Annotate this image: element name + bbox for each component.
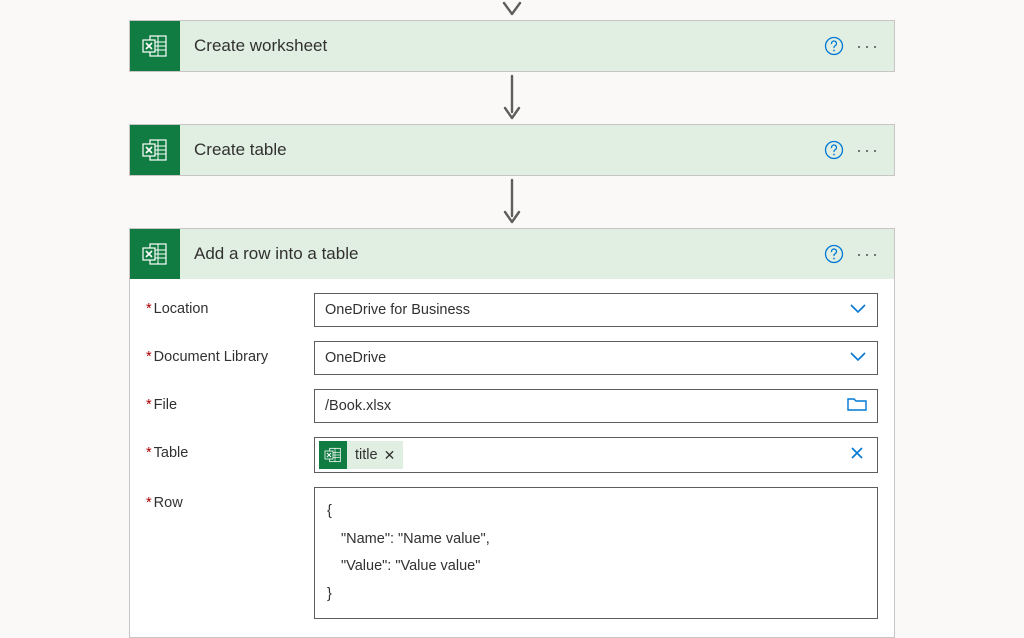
more-menu-icon[interactable]: ··· — [850, 134, 886, 166]
document-library-dropdown[interactable]: OneDrive — [314, 341, 878, 375]
step-title: Add a row into a table — [180, 244, 818, 264]
more-menu-icon[interactable]: ··· — [850, 30, 886, 62]
remove-token-icon[interactable]: ✕ — [384, 447, 396, 464]
step-create-worksheet[interactable]: Create worksheet ··· — [129, 20, 895, 72]
row-line: "Value": "Value value" — [327, 553, 865, 581]
excel-icon — [130, 229, 180, 279]
file-value: /Book.xlsx — [325, 398, 391, 414]
step-title: Create table — [180, 140, 818, 160]
label-table: *Table — [146, 437, 314, 461]
row-line: "Name": "Name value", — [327, 526, 865, 554]
help-icon[interactable] — [818, 30, 850, 62]
excel-icon — [130, 21, 180, 71]
table-input[interactable]: title ✕ — [314, 437, 878, 473]
token-label: title — [355, 447, 378, 463]
label-file: *File — [146, 389, 314, 413]
step-create-table[interactable]: Create table ··· — [129, 124, 895, 176]
label-row: *Row — [146, 487, 314, 511]
row-body-input[interactable]: { "Name": "Name value", "Value": "Value … — [314, 487, 878, 619]
label-document-library: *Document Library — [146, 341, 314, 365]
document-library-value: OneDrive — [325, 350, 386, 366]
folder-icon[interactable] — [847, 396, 867, 416]
label-location: *Location — [146, 293, 314, 317]
table-token[interactable]: title ✕ — [319, 441, 403, 469]
chevron-down-icon — [849, 350, 867, 366]
clear-icon[interactable] — [845, 445, 869, 466]
step-add-row: Add a row into a table ··· *Location One… — [129, 228, 895, 638]
file-input[interactable]: /Book.xlsx — [314, 389, 878, 423]
flow-arrow-head — [129, 0, 895, 20]
more-menu-icon[interactable]: ··· — [850, 238, 886, 270]
flow-arrow — [129, 176, 895, 228]
flow-arrow — [129, 72, 895, 124]
step-title: Create worksheet — [180, 36, 818, 56]
row-line: } — [327, 581, 865, 609]
step-header[interactable]: Add a row into a table ··· — [130, 229, 894, 279]
help-icon[interactable] — [818, 238, 850, 270]
excel-icon — [130, 125, 180, 175]
chevron-down-icon — [849, 302, 867, 318]
excel-icon — [319, 441, 347, 469]
help-icon[interactable] — [818, 134, 850, 166]
location-value: OneDrive for Business — [325, 302, 470, 318]
row-line: { — [327, 498, 865, 526]
location-dropdown[interactable]: OneDrive for Business — [314, 293, 878, 327]
